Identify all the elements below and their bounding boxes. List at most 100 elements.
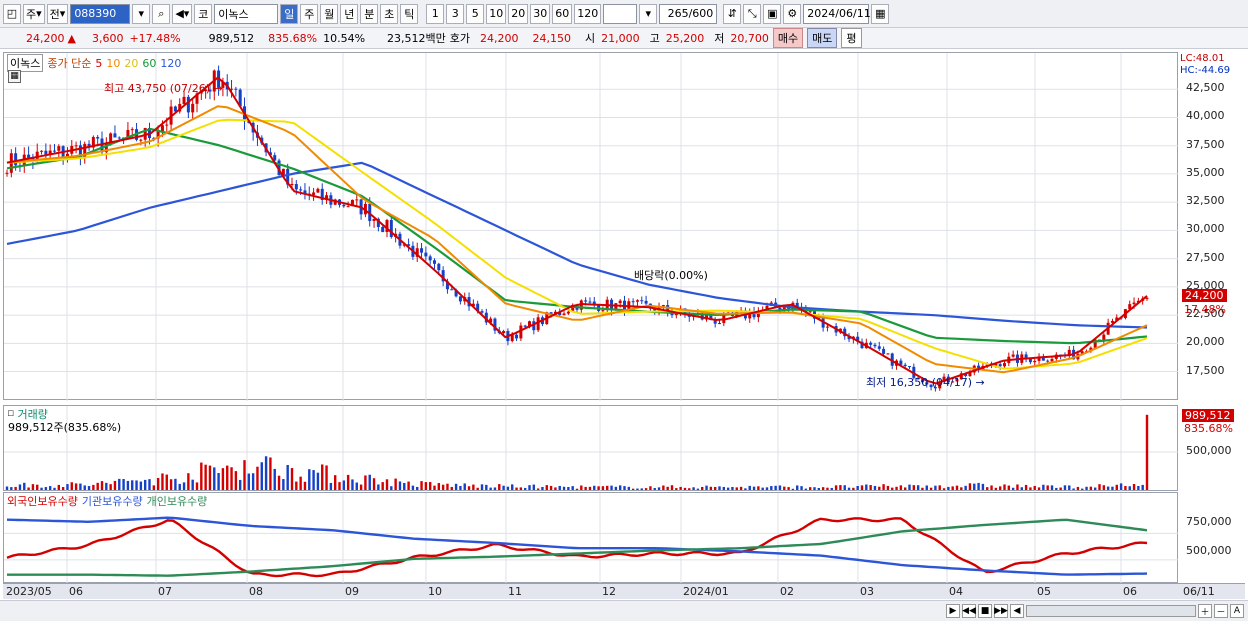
interval-10[interactable]: 10 <box>486 3 507 24</box>
candle-body <box>877 346 881 349</box>
interval-3[interactable]: 3 <box>446 3 465 24</box>
save-icon[interactable]: ▣ <box>763 3 782 24</box>
volume-bar <box>131 480 134 490</box>
interval-30[interactable]: 30 <box>530 3 551 24</box>
ma-120-label[interactable]: 120 <box>160 57 181 70</box>
price-tick-label: 32,500 <box>1186 194 1225 208</box>
candle-body <box>290 183 294 185</box>
legend-individual[interactable]: 개인보유수량 <box>147 493 208 509</box>
price-chart-panel[interactable]: 이녹스 종가 단순 5 10 20 60 120 ▦ 최고 43,750 (07… <box>3 52 1179 401</box>
candle-body <box>428 256 432 261</box>
period-day[interactable]: 일 <box>280 3 299 24</box>
period-second[interactable]: 초 <box>380 3 399 24</box>
candle-body <box>873 344 877 347</box>
volume-panel[interactable]: ▫ 거래량 989,512주(835.68%) <box>3 405 1179 492</box>
volume-bar <box>325 465 328 490</box>
volume-y-axis: 989,512 835.68% 500,000 <box>1178 405 1248 491</box>
high-label: 고 <box>649 32 660 45</box>
volume-bar <box>416 486 419 490</box>
candle-body <box>562 313 566 316</box>
bar-count-input[interactable]: 265/600 <box>659 3 718 24</box>
candle-body <box>998 364 1002 367</box>
candle-body <box>601 310 605 312</box>
candle-body <box>903 364 907 367</box>
zoom-out-icon[interactable]: － <box>1214 604 1228 618</box>
volume-bar <box>312 470 315 490</box>
volume-bar <box>912 485 916 490</box>
chart-type-icon[interactable]: ⇵ <box>723 3 742 24</box>
search-icon[interactable]: ⌕ <box>152 3 171 24</box>
type-select[interactable]: 주 ▾ <box>23 3 45 24</box>
volume-bar <box>718 486 721 490</box>
market-select[interactable]: 코 <box>194 3 213 24</box>
sell-button[interactable]: 매도 <box>807 28 838 48</box>
volume-bar <box>761 487 764 490</box>
date-input[interactable]: 2024/06/11 <box>803 3 871 24</box>
volume-bar <box>316 472 320 490</box>
scroll-left-icon[interactable]: ◀ <box>1010 604 1024 618</box>
sound-icon[interactable]: ◀▾ <box>172 3 193 24</box>
holding-panel[interactable]: 외국인보유수량 기관보유수량 개인보유수량 <box>3 492 1179 584</box>
rewind-icon[interactable]: ◀◀ <box>962 604 976 618</box>
volume-bar <box>53 487 56 490</box>
volume-bar <box>696 488 700 490</box>
ma-10-label[interactable]: 10 <box>106 57 120 70</box>
interval-1[interactable]: 1 <box>426 3 445 24</box>
scope-select[interactable]: 전 ▾ <box>46 3 69 24</box>
volume-bar <box>990 485 993 490</box>
interval-dropdown-button[interactable]: ▾ <box>639 3 658 24</box>
candle-body <box>299 189 303 191</box>
volume-bar <box>973 483 976 490</box>
volume-bar <box>666 486 669 490</box>
gear-icon[interactable]: ⚙ <box>783 3 802 24</box>
volume-bar <box>286 464 289 490</box>
stock-name-field[interactable]: 이녹스 <box>214 3 279 24</box>
ma-5-label[interactable]: 5 <box>95 57 102 70</box>
volume-bar <box>610 485 613 490</box>
interval-60[interactable]: 60 <box>552 3 573 24</box>
ma-20-label[interactable]: 20 <box>124 57 138 70</box>
period-tick[interactable]: 틱 <box>400 3 419 24</box>
x-tick-label: 2024/01 <box>683 585 729 598</box>
interval-120[interactable]: 120 <box>574 3 602 24</box>
volume-bar <box>221 468 225 490</box>
period-month[interactable]: 월 <box>320 3 339 24</box>
ma-60-label[interactable]: 60 <box>142 57 156 70</box>
candle-body <box>139 139 143 141</box>
x-tick-label: 05 <box>1037 585 1051 598</box>
scrollbar[interactable] <box>1026 605 1196 617</box>
stop-icon[interactable]: ■ <box>978 604 992 618</box>
period-year[interactable]: 년 <box>340 3 359 24</box>
volume-bar <box>804 488 808 490</box>
buy-button[interactable]: 매수 <box>772 28 804 48</box>
eval-button[interactable]: 평 <box>841 28 862 48</box>
volume-bar <box>1076 486 1080 490</box>
scroll-right-icon[interactable]: ▶ <box>946 604 960 618</box>
legend-institution[interactable]: 기관보유수량 <box>82 493 143 509</box>
price-tick-label: 30,000 <box>1186 222 1225 236</box>
draw-tool-icon[interactable]: ⤡ <box>743 3 762 24</box>
candle-body <box>640 300 644 302</box>
period-minute[interactable]: 분 <box>360 3 379 24</box>
interval-custom-input[interactable] <box>603 3 638 24</box>
interval-20[interactable]: 20 <box>508 3 529 24</box>
fast-forward-icon[interactable]: ▶▶ <box>994 604 1008 618</box>
code-dropdown-button[interactable]: ▾ <box>132 3 151 24</box>
volume-bar <box>675 488 678 490</box>
interval-5[interactable]: 5 <box>466 3 485 24</box>
grid-table-icon[interactable]: ▦ <box>8 70 21 83</box>
window-menu-icon[interactable]: ◰ <box>3 3 21 24</box>
volume-bar <box>70 482 73 490</box>
volume-bar <box>735 487 738 490</box>
volume-bar <box>1102 485 1106 490</box>
volume-bar <box>264 456 268 490</box>
calendar-icon[interactable]: ▦ <box>871 3 890 24</box>
volume-bar <box>770 486 773 490</box>
period-week[interactable]: 주 <box>300 3 319 24</box>
volume-bar <box>929 487 933 490</box>
font-size-icon[interactable]: A <box>1230 604 1244 618</box>
x-tick-label: 10 <box>428 585 442 598</box>
legend-foreign[interactable]: 외국인보유수량 <box>7 493 78 509</box>
zoom-in-icon[interactable]: ＋ <box>1198 604 1212 618</box>
stock-code-input[interactable]: 088390 <box>70 3 131 24</box>
